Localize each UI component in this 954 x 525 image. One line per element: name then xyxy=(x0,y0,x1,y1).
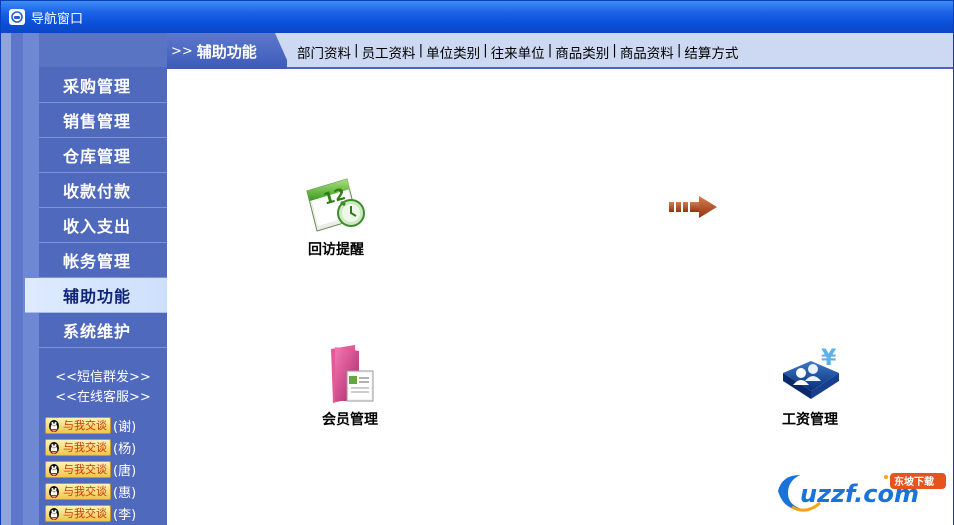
online-support-link[interactable]: <<在线客服>> xyxy=(39,388,167,408)
sidebar-header-band xyxy=(39,33,167,67)
section-header: >> 辅助功能 xyxy=(167,33,287,69)
qq-contact-name: (杨) xyxy=(113,441,137,457)
sidebar: 采购管理 销售管理 仓库管理 收款付款 收入支出 帐务管理 辅助功能 系统维护 … xyxy=(1,33,167,525)
navigation-window: 导航窗口 采购管理 销售管理 仓库管理 收款付款 收入支出 帐务管理 辅助功能 … xyxy=(0,0,954,525)
link-separator: | xyxy=(354,42,359,58)
sidebar-item-warehouse[interactable]: 仓库管理 xyxy=(39,138,167,173)
flow-arrow-icon xyxy=(667,194,719,224)
link-separator: | xyxy=(483,42,488,58)
link-separator: | xyxy=(612,42,617,58)
title-bar[interactable]: 导航窗口 xyxy=(1,1,953,33)
watermark-badge: 东坡下载 xyxy=(894,475,934,488)
svg-text:¥: ¥ xyxy=(821,346,837,371)
link-partners[interactable]: 往来单位 xyxy=(491,42,545,62)
link-employees[interactable]: 员工资料 xyxy=(362,42,416,62)
window-title: 导航窗口 xyxy=(31,11,84,27)
revisit-reminder-module[interactable]: 12 回访提醒 xyxy=(301,169,371,259)
qq-penguin-icon xyxy=(49,463,59,476)
sidebar-item-accounts[interactable]: 帐务管理 xyxy=(39,243,167,278)
sidebar-item-sales[interactable]: 销售管理 xyxy=(39,103,167,138)
sidebar-item-income-expense[interactable]: 收入支出 xyxy=(39,208,167,243)
qq-contact-row: 与我交谈 (李) xyxy=(45,502,167,524)
salary-management-module[interactable]: ¥ 工资管理 xyxy=(775,343,845,429)
qq-contact-name: (唐) xyxy=(113,463,137,479)
section-title: 辅助功能 xyxy=(196,42,257,61)
qq-contact-row: 与我交谈 (谢) xyxy=(45,414,167,436)
service-links: <<短信群发>> <<在线客服>> xyxy=(39,368,167,408)
qq-contact-row: 与我交谈 (惠) xyxy=(45,480,167,502)
link-products[interactable]: 商品资料 xyxy=(620,42,674,62)
link-unit-categories[interactable]: 单位类别 xyxy=(426,42,480,62)
qq-contact-row: 与我交谈 (杨) xyxy=(45,436,167,458)
qq-penguin-icon xyxy=(49,485,59,498)
qq-contact-row: 与我交谈 (唐) xyxy=(45,458,167,480)
main-content: 12 回访提醒 会员管理 ¥ 工资管理 xyxy=(167,71,953,525)
qq-chat-button[interactable]: 与我交谈 xyxy=(45,504,111,522)
qq-penguin-icon xyxy=(49,507,59,520)
sidebar-menu: 采购管理 销售管理 仓库管理 收款付款 收入支出 帐务管理 辅助功能 系统维护 xyxy=(25,68,167,348)
section-arrows: >> xyxy=(171,43,193,59)
qq-contact-list: 与我交谈 (谢) 与我交谈 (杨) 与我交谈 (唐) 与我交谈 (惠) 与我交谈… xyxy=(45,414,167,524)
qq-contact-name: (惠) xyxy=(113,485,137,501)
link-separator: | xyxy=(418,42,424,58)
link-product-categories[interactable]: 商品类别 xyxy=(555,42,609,62)
qq-chat-button[interactable]: 与我交谈 xyxy=(45,460,111,478)
app-icon xyxy=(9,9,25,25)
section-links: 部门资料 | 员工资料 | 单位类别 | 往来单位 | 商品类别 | 商品资料 … xyxy=(297,42,738,62)
qq-penguin-icon xyxy=(49,441,59,454)
qq-penguin-icon xyxy=(49,419,59,432)
calendar-12-icon: 12 xyxy=(306,178,365,232)
qq-contact-name: (谢) xyxy=(113,419,137,435)
section-tab-bar: >> 辅助功能 部门资料 | 员工资料 | 单位类别 | 往来单位 | 商品类别… xyxy=(167,33,953,69)
qq-chat-button[interactable]: 与我交谈 xyxy=(45,416,111,434)
link-separator: | xyxy=(547,42,553,58)
qq-contact-name: (李) xyxy=(113,507,137,523)
pink-folder-icon xyxy=(331,345,374,403)
users-yen-icon: ¥ xyxy=(783,346,839,399)
qq-chat-button[interactable]: 与我交谈 xyxy=(45,438,111,456)
sidebar-item-payments[interactable]: 收款付款 xyxy=(39,173,167,208)
link-separator: | xyxy=(676,42,682,58)
sidebar-item-system[interactable]: 系统维护 xyxy=(39,313,167,348)
link-departments[interactable]: 部门资料 xyxy=(297,42,351,62)
member-management-module[interactable]: 会员管理 xyxy=(317,343,383,429)
qq-chat-button[interactable]: 与我交谈 xyxy=(45,482,111,500)
link-settlement-methods[interactable]: 结算方式 xyxy=(684,42,738,62)
sidebar-item-purchase[interactable]: 采购管理 xyxy=(39,68,167,103)
salary-management-label: 工资管理 xyxy=(782,412,838,428)
sidebar-item-auxiliary[interactable]: 辅助功能 xyxy=(25,278,167,313)
revisit-reminder-label: 回访提醒 xyxy=(308,242,364,258)
uzzf-watermark-logo: uzzf.com 东坡下载 xyxy=(772,469,948,519)
member-management-label: 会员管理 xyxy=(322,412,378,428)
sms-broadcast-link[interactable]: <<短信群发>> xyxy=(39,368,167,388)
